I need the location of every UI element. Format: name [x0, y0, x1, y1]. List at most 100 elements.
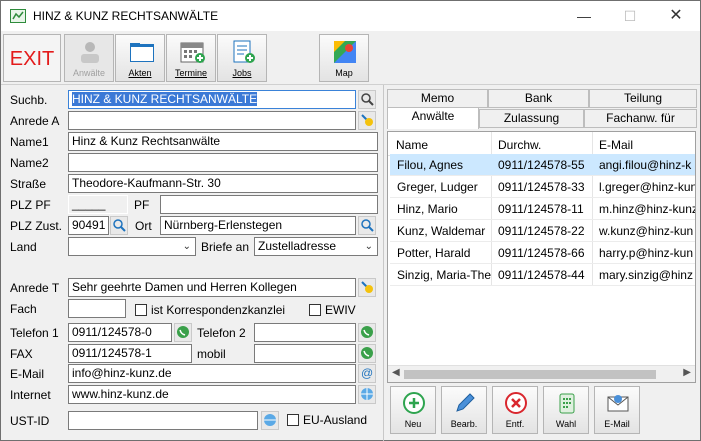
cell-name: Potter, Harald [397, 246, 471, 260]
toolbar: EXIT Anwälte Akten Termine Jobs Map [1, 31, 700, 85]
entf-button[interactable]: Entf. [492, 386, 538, 434]
neu-button[interactable]: Neu [390, 386, 436, 434]
name2-label: Name2 [10, 156, 49, 170]
globe-icon [361, 388, 373, 400]
anrede-a-input[interactable] [68, 111, 356, 130]
ustid-check-button[interactable] [261, 411, 279, 430]
scroll-right-icon[interactable]: ▶ [683, 367, 691, 378]
cell-name: Hinz, Mario [397, 202, 458, 216]
map-button[interactable]: Map [319, 34, 369, 82]
cell-email: harry.p@hinz-kun [599, 246, 693, 260]
wahl-button[interactable]: Wahl [543, 386, 589, 434]
column-header-name[interactable]: Name [396, 138, 428, 152]
pf-input[interactable] [160, 195, 378, 214]
lawyers-table: Name Durchw. E-Mail Filou, Agnes 0911/12… [387, 131, 696, 383]
korrespondenzkanzlei-checkbox[interactable] [135, 304, 147, 316]
briefe-an-label: Briefe an [201, 240, 250, 254]
open-website-button[interactable] [358, 385, 376, 404]
table-row[interactable]: Hinz, Mario 0911/124578-11 m.hinz@hinz-k… [390, 198, 695, 220]
column-header-email[interactable]: E-Mail [599, 138, 633, 152]
cell-durchw: 0911/124578-66 [498, 246, 585, 260]
scroll-left-icon[interactable]: ◀ [392, 367, 400, 378]
strasse-input[interactable]: Theodore-Kaufmann-Str. 30 [68, 174, 378, 193]
table-row[interactable]: Kunz, Waldemar 0911/124578-22 w.kunz@hin… [390, 220, 695, 242]
exit-button[interactable]: EXIT [3, 34, 61, 82]
tab-fachanw[interactable]: Fachanw. für [584, 109, 697, 128]
cell-email: l.greger@hinz-kun [599, 180, 695, 194]
plz-zust-input[interactable]: 90491 [68, 216, 109, 235]
svg-text:@: @ [361, 366, 373, 380]
bearb-label: Bearb. [450, 419, 478, 429]
telefon2-dial-button[interactable] [358, 323, 376, 342]
anrede-t-input[interactable]: Sehr geehrte Damen und Herren Kollegen [68, 278, 356, 297]
internet-label: Internet [10, 388, 51, 402]
table-row[interactable]: Filou, Agnes 0911/124578-55 angi.filou@h… [390, 154, 695, 176]
ort-label: Ort [135, 219, 152, 233]
suchb-search-button[interactable] [358, 90, 376, 109]
bearb-button[interactable]: Bearb. [441, 386, 487, 434]
briefe-an-select[interactable]: Zustelladresse ⌄ [254, 237, 378, 256]
ustid-input[interactable] [68, 411, 258, 430]
chevron-down-icon: ⌄ [182, 241, 191, 252]
minimize-button[interactable]: — [561, 1, 607, 31]
maximize-button[interactable]: ☐ [607, 1, 653, 31]
mobil-input[interactable] [254, 344, 356, 363]
cell-email: mary.sinzig@hinz [599, 268, 693, 282]
fax-input[interactable]: 0911/124578-1 [68, 344, 192, 363]
telefon1-dial-button[interactable] [174, 323, 192, 342]
email-action-label: E-Mail [604, 419, 630, 429]
tab-zulassung[interactable]: Zulassung [479, 109, 584, 128]
land-select[interactable]: ⌄ [68, 237, 196, 256]
strasse-label: Straße [10, 177, 47, 191]
cell-durchw: 0911/124578-55 [498, 158, 585, 172]
eu-ausland-label: EU-Ausland [303, 413, 368, 427]
telefon1-input[interactable]: 0911/124578-0 [68, 323, 172, 342]
lookup-icon [361, 281, 373, 293]
tab-bank[interactable]: Bank [488, 89, 589, 108]
scrollbar-thumb[interactable] [404, 370, 656, 379]
fach-label: Fach [10, 302, 37, 316]
plz-pf-input[interactable]: _____ [68, 195, 128, 214]
plz-search-button[interactable] [110, 216, 128, 235]
suchb-value: HINZ & KUNZ RECHTSANWÄLTE [72, 92, 258, 106]
akten-button[interactable]: Akten [115, 34, 165, 82]
table-row[interactable]: Potter, Harald 0911/124578-66 harry.p@hi… [390, 242, 695, 264]
tab-memo[interactable]: Memo [387, 89, 488, 108]
table-row[interactable]: Sinzig, Maria-The 0911/124578-44 mary.si… [390, 264, 695, 286]
close-button[interactable]: ✕ [653, 1, 699, 31]
internet-input[interactable]: www.hinz-kunz.de [68, 385, 356, 404]
ort-search-button[interactable] [358, 216, 376, 235]
tab-anwaelte[interactable]: Anwälte [387, 107, 479, 129]
email-input[interactable]: info@hinz-kunz.de [68, 364, 356, 383]
name1-input[interactable]: Hinz & Kunz Rechtsanwälte [68, 132, 378, 151]
table-row[interactable]: Greger, Ludger 0911/124578-33 l.greger@h… [390, 176, 695, 198]
name2-input[interactable] [68, 153, 378, 172]
anwaelte-button[interactable]: Anwälte [64, 34, 114, 82]
column-header-durchw[interactable]: Durchw. [498, 138, 541, 152]
suchb-label: Suchb. [10, 93, 48, 107]
jobs-button[interactable]: Jobs [217, 34, 267, 82]
pf-label: PF [134, 198, 150, 212]
land-label: Land [10, 240, 37, 254]
phone-icon [361, 347, 373, 359]
tab-teilung[interactable]: Teilung [589, 89, 697, 108]
eu-ausland-checkbox[interactable] [287, 414, 299, 426]
suchb-input[interactable]: HINZ & KUNZ RECHTSANWÄLTE [68, 90, 356, 109]
search-icon [361, 93, 374, 106]
telefon2-input[interactable] [254, 323, 356, 342]
horizontal-scrollbar[interactable]: ◀ ▶ [388, 365, 695, 382]
email-button[interactable]: E-Mail [594, 386, 640, 434]
ort-input[interactable]: Nürnberg-Erlenstegen [160, 216, 356, 235]
mobil-dial-button[interactable] [358, 344, 376, 363]
termine-button[interactable]: Termine [166, 34, 216, 82]
panel-divider [383, 85, 384, 441]
ewiv-checkbox[interactable] [309, 304, 321, 316]
fach-input[interactable] [68, 299, 126, 318]
delete-icon [505, 392, 527, 414]
wahl-label: Wahl [555, 419, 577, 429]
anrede-a-lookup-button[interactable] [358, 111, 376, 130]
cell-email: w.kunz@hinz-kun [599, 224, 694, 238]
send-email-button[interactable]: @ [358, 364, 376, 383]
anrede-t-lookup-button[interactable] [358, 278, 376, 297]
phone-icon [361, 326, 373, 338]
